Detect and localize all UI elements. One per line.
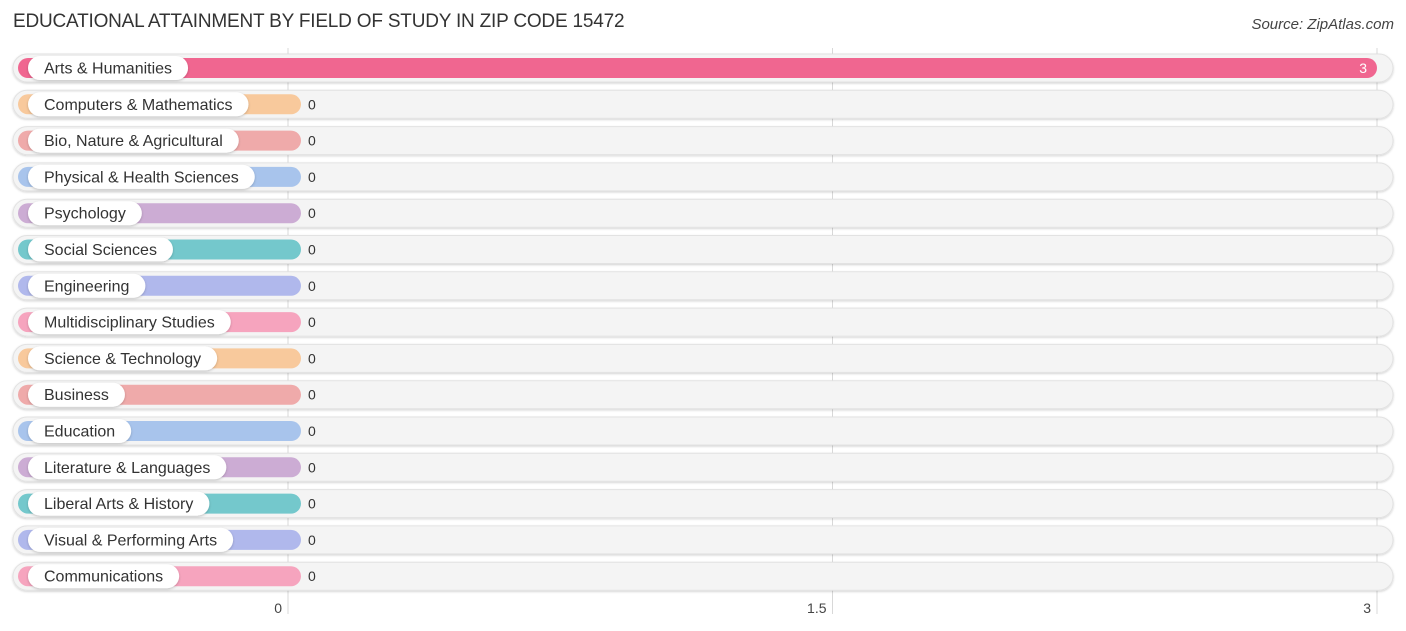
value-label: 0 <box>308 314 316 330</box>
category-label: Social Sciences <box>44 242 157 259</box>
category-label: Psychology <box>44 206 126 223</box>
value-label: 0 <box>308 459 316 475</box>
bar-chart: Arts & Humanities 3 Computers & Mathematic… <box>12 48 1394 616</box>
bar-rows: Arts & Humanities 3 Computers & Mathematic… <box>12 53 1394 591</box>
category-label: Communications <box>44 569 163 586</box>
x-tick-label: 0 <box>274 600 282 616</box>
bar-row: Social Sciences 0 <box>12 235 1394 264</box>
category-label: Visual & Performing Arts <box>44 532 217 549</box>
value-label: 0 <box>308 242 316 258</box>
bar-row: Science & Technology 0 <box>12 343 1394 373</box>
x-tick-label: 1.5 <box>807 600 827 616</box>
bar-row: Communications 0 <box>12 561 1394 591</box>
category-label: Literature & Languages <box>44 460 210 477</box>
value-label: 0 <box>308 387 316 403</box>
category-label: Computers & Mathematics <box>44 97 233 114</box>
x-tick-label: 3 <box>1363 600 1371 616</box>
category-label: Bio, Nature & Agricultural <box>44 133 223 150</box>
bar-row: Computers & Mathematics 0 <box>12 89 1394 119</box>
bar-row: Literature & Languages 0 <box>12 452 1394 482</box>
value-label: 0 <box>308 568 316 584</box>
value-label: 0 <box>308 205 316 221</box>
value-label: 0 <box>308 423 316 439</box>
category-label: Education <box>44 424 115 441</box>
bar-row: Arts & Humanities 3 <box>12 53 1394 83</box>
bar-row: Physical & Health Sciences 0 <box>12 162 1394 192</box>
value-label: 0 <box>308 350 316 366</box>
bar-row: Visual & Performing Arts 0 <box>12 525 1394 555</box>
value-label: 0 <box>308 169 316 185</box>
value-label: 0 <box>308 96 316 112</box>
category-label: Multidisciplinary Studies <box>44 315 215 332</box>
value-label: 0 <box>308 532 316 548</box>
category-label: Liberal Arts & History <box>44 496 193 513</box>
category-label: Science & Technology <box>44 351 201 368</box>
category-label: Arts & Humanities <box>44 61 172 78</box>
value-label: 0 <box>308 496 316 512</box>
bar-row: Business 0 <box>12 380 1394 410</box>
bar-row: Education 0 <box>12 416 1394 446</box>
bar <box>18 58 1377 78</box>
category-label: Business <box>44 387 109 404</box>
bar-row: Psychology 0 <box>12 198 1394 228</box>
value-label: 0 <box>308 278 316 294</box>
x-axis: 0 1.5 3 <box>274 600 1371 616</box>
value-label: 3 <box>1359 60 1367 76</box>
bar-row: Multidisciplinary Studies 0 <box>12 307 1394 337</box>
bar-row: Engineering 0 <box>12 271 1394 301</box>
category-label: Physical & Health Sciences <box>44 169 239 186</box>
category-label: Engineering <box>44 278 129 295</box>
bar-row: Bio, Nature & Agricultural 0 <box>12 126 1394 156</box>
value-label: 0 <box>308 133 316 149</box>
bar-row: Liberal Arts & History 0 <box>12 489 1394 519</box>
